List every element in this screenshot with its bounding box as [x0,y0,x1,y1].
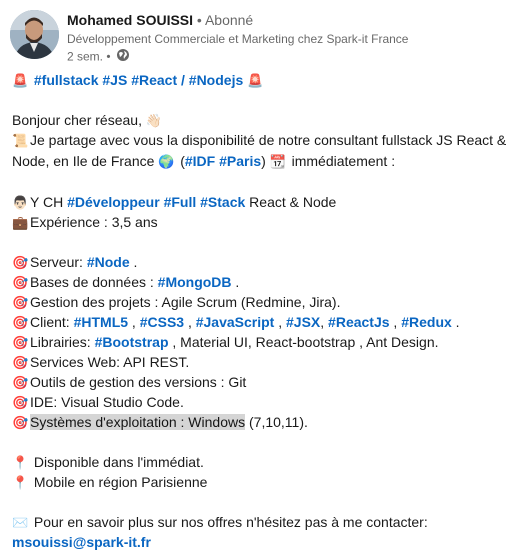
skill-libs: 🎯 Librairies: #Bootstrap , Material UI, R… [12,332,522,352]
post-time: 2 sem. [67,49,104,64]
skill-ide: 🎯 IDE: Visual Studio Code. [12,392,522,412]
hashtag[interactable]: #HTML5 [74,314,128,330]
globe-emoji-icon: 🌍 [158,154,175,169]
skill-db: 🎯 Bases de données : #MongoDB . [12,272,522,292]
target-icon: 🎯 [12,335,29,350]
hashtag[interactable]: #React [131,72,177,88]
skill-text: IDE: Visual Studio Code. [30,394,184,410]
hashtag[interactable]: #Redux [401,314,452,330]
skill-project: 🎯 Gestion des projets : Agile Scrum (Redm… [12,292,522,312]
contact-text: Pour en savoir plus sur nos offres n'hés… [33,514,428,530]
man-icon: 👨🏻 [12,195,29,210]
intro-close: ) [261,153,266,169]
hashtag[interactable]: #JavaScript [196,314,275,330]
hashtag[interactable]: #Nodejs [189,72,243,88]
hashtag[interactable]: #fullstack [34,72,99,88]
selected-text[interactable]: Systèmes d'exploitation : Windows [30,414,246,430]
profile-line: 👨🏻 Y CH #Développeur #Full #Stack React &… [12,192,522,212]
tags-line: 🚨 #fullstack #JS #React / #Nodejs 🚨 [12,70,522,90]
intro-end: immédiatement : [287,153,396,169]
skill-end: . [451,314,460,330]
skill-end: (7,10,11). [245,414,308,430]
post-body: 🚨 #fullstack #JS #React / #Nodejs 🚨 Bonj… [12,70,522,552]
email-link[interactable]: msouissi@spark-it.fr [12,534,151,550]
author-headline: Développement Commerciale et Marketing c… [67,32,409,46]
calendar-icon: 📆 [269,154,286,169]
skill-end: , Material UI, React-bootstrap , Ant Des… [168,334,439,350]
skill-server: 🎯 Serveur: #Node . [12,252,522,272]
experience-line: 💼 Expérience : 3,5 ans [12,212,522,232]
author-name[interactable]: Mohamed SOUISSI [67,12,193,28]
hashtag[interactable]: #CSS3 [140,314,184,330]
skill-text: Services Web: API REST. [30,354,190,370]
greeting-line: Bonjour cher réseau, 👋🏻 [12,110,522,130]
skill-text: Outils de gestion des versions : Git [30,374,247,390]
target-icon: 🎯 [12,295,29,310]
target-icon: 🎯 [12,355,29,370]
follow-status: Abonné [204,12,254,28]
intro-text: 📜 Je partage avec vous la disponibilité d… [12,130,522,172]
hashtag[interactable]: #ReactJs [328,314,390,330]
available-text: Disponible dans l'immédiat. [33,454,204,470]
scroll-icon: 📜 [12,133,29,148]
slash: / [177,72,189,88]
hashtag[interactable]: #Paris [219,153,261,169]
contact-line: ✉️ Pour en savoir plus sur nos offres n'… [12,512,522,532]
siren-icon: 🚨 [247,73,264,88]
skill-label: Serveur: [30,254,87,270]
hashtag[interactable]: #MongoDB [158,274,232,290]
mobile-text: Mobile en région Parisienne [33,474,208,490]
hashtag[interactable]: #Stack [200,194,245,210]
briefcase-icon: 💼 [12,215,29,230]
experience: Expérience : 3,5 ans [30,214,158,230]
hashtag[interactable]: #JS [102,72,127,88]
available-line: 📍 Disponible dans l'immédiat. [12,452,522,472]
author-avatar[interactable] [10,10,59,59]
target-icon: 🎯 [12,275,29,290]
pin-icon: 📍 [12,475,29,490]
name-separator: • [193,12,205,28]
wave-hand-icon: 👋🏻 [145,113,163,128]
hashtag[interactable]: #Bootstrap [95,334,169,350]
target-icon: 🎯 [12,315,29,330]
envelope-icon: ✉️ [12,515,29,530]
siren-icon: 🚨 [12,73,29,88]
hashtag[interactable]: #Full [164,194,197,210]
post-meta: 2 sem. • [67,48,130,65]
email-line: msouissi@spark-it.fr [12,532,522,552]
skill-versions: 🎯 Outils de gestion des versions : Git [12,372,522,392]
intro-open: ( [176,153,185,169]
skill-label: Client: [30,314,74,330]
mobile-line: 📍 Mobile en région Parisienne [12,472,522,492]
profile-prefix: Y CH [30,194,68,210]
target-icon: 🎯 [12,375,29,390]
pin-icon: 📍 [12,455,29,470]
profile-suffix: React & Node [245,194,337,210]
target-icon: 🎯 [12,255,29,270]
skill-label: Librairies: [30,334,95,350]
post-header: Mohamed SOUISSI • Abonné Développement C… [10,8,522,66]
hashtag[interactable]: #JSX [286,314,320,330]
hashtag[interactable]: #IDF [185,153,215,169]
author-name-line: Mohamed SOUISSI • Abonné [67,12,253,28]
skill-os: 🎯 Systèmes d'exploitation : Windows (7,10… [12,412,522,432]
globe-icon [116,48,130,65]
skill-services: 🎯 Services Web: API REST. [12,352,522,372]
skill-text: Gestion des projets : Agile Scrum (Redmi… [30,294,341,310]
target-icon: 🎯 [12,415,29,430]
hashtag[interactable]: #Node [87,254,130,270]
skill-label: Bases de données : [30,274,158,290]
time-separator: • [103,49,114,64]
skill-end: . [129,254,138,270]
hashtag[interactable]: #Développeur [67,194,160,210]
greeting: Bonjour cher réseau, [12,112,142,128]
skill-client: 🎯 Client: #HTML5 , #CSS3 , #JavaScript , … [12,312,522,332]
skill-end: . [231,274,240,290]
target-icon: 🎯 [12,395,29,410]
